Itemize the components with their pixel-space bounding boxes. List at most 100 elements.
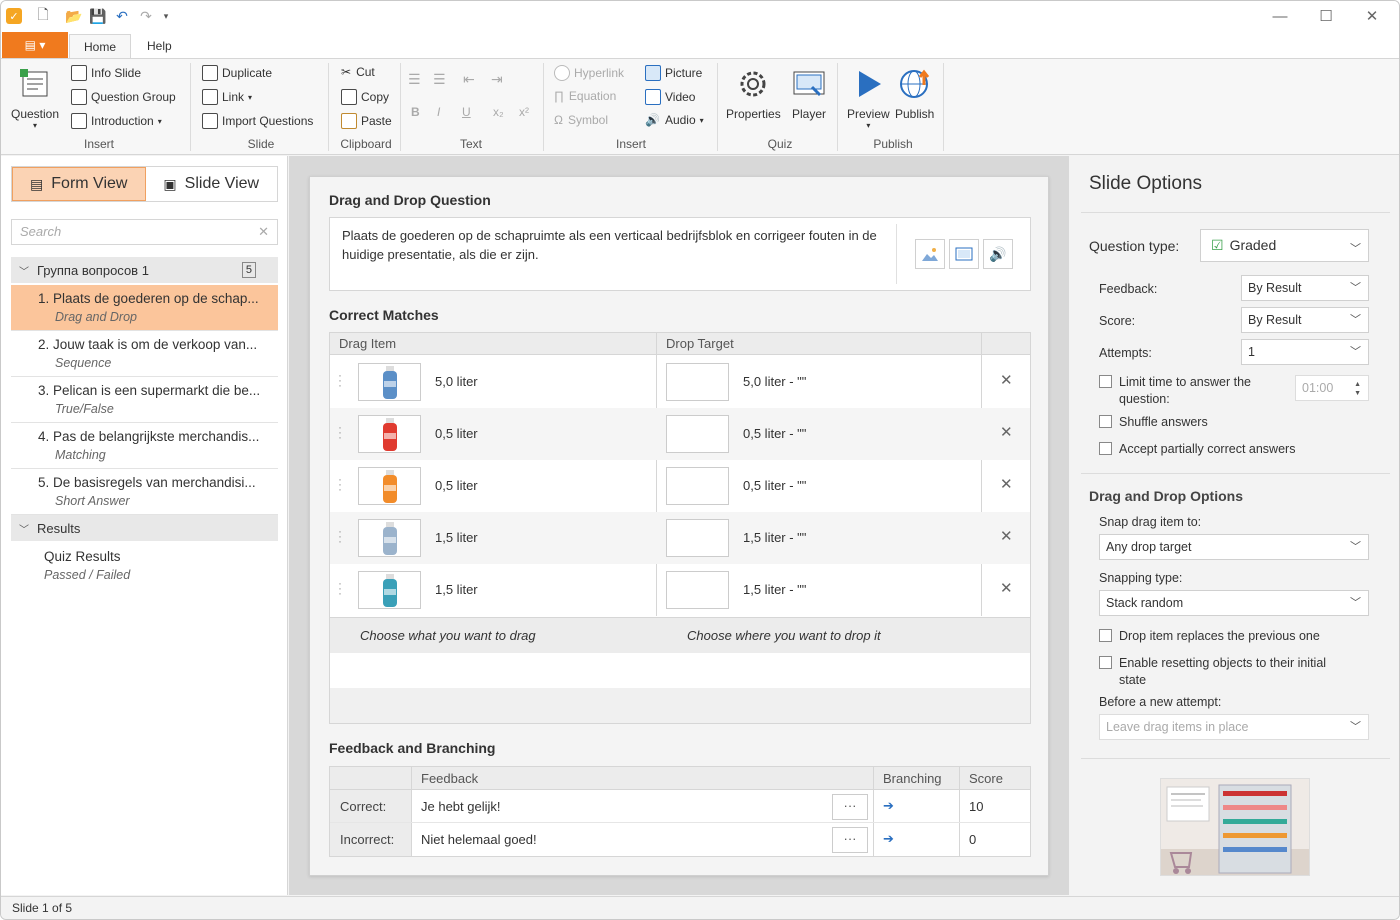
question-list-item[interactable]: 5. De basisregels van merchandisi... Shor… [11,469,278,515]
slide-view-button[interactable]: ▣ Slide View [146,167,278,201]
undo-icon[interactable]: ↶ [113,7,131,25]
preview-button[interactable]: Preview ▾ [847,67,890,130]
paste-button[interactable]: Paste [341,113,392,129]
underline-button[interactable]: U [462,105,471,119]
drag-handle-icon[interactable]: · · · [338,525,342,547]
drop-target-box[interactable] [666,363,729,401]
shuffle-checkbox[interactable] [1099,415,1112,428]
add-video-button[interactable] [949,239,979,269]
form-view-button[interactable]: ▤ Form View [12,167,146,201]
time-limit-input[interactable]: 01:00 ▲ ▼ [1295,375,1369,401]
hyperlink-button[interactable]: Hyperlink [554,65,624,81]
subscript-button[interactable]: x₂ [493,105,504,119]
question-list-item[interactable]: 3. Pelican is een supermarkt die be... Tr… [11,377,278,423]
bullet-list-icon[interactable]: ☰ [408,71,421,88]
drop-target-box[interactable] [666,519,729,557]
close-button[interactable]: ✕ [1349,1,1395,31]
quiz-results-item[interactable]: Quiz Results Passed / Failed [11,543,278,589]
publish-button[interactable]: Publish [895,67,934,121]
drag-item-image[interactable] [358,467,421,505]
question-group-header[interactable]: ﹀ Группа вопросов 1 5 [11,257,278,283]
limit-time-checkbox[interactable] [1099,375,1112,388]
minimize-button[interactable]: — [1257,1,1303,31]
drag-item-image[interactable] [358,363,421,401]
attempts-dropdown[interactable]: 1 ﹀ [1241,339,1369,365]
player-button[interactable]: Player [792,67,826,121]
bold-button[interactable]: B [411,105,420,119]
drag-handle-icon[interactable]: · · · [338,473,342,495]
new-file-icon[interactable]: 🗋 [34,6,52,25]
branching-arrow-icon[interactable]: ➔ [883,798,894,814]
tab-help[interactable]: Help [133,34,186,58]
file-menu-button[interactable]: ▤ ▾ [2,32,68,58]
drag-handle-icon[interactable]: · · · [338,421,342,443]
superscript-button[interactable]: x² [519,105,529,119]
symbol-button[interactable]: Ω Symbol [554,113,608,127]
question-button[interactable]: Question ▾ [11,67,59,130]
duplicate-button[interactable]: Duplicate [202,65,272,81]
drag-handle-icon[interactable]: · · · [338,369,342,391]
score-dropdown[interactable]: By Result ﹀ [1241,307,1369,333]
cut-button[interactable]: ✂ Cut [341,65,375,79]
link-button[interactable]: Link ▾ [202,89,252,105]
add-audio-button[interactable]: 🔊 [983,239,1013,269]
delete-row-icon[interactable]: ✕ [1000,579,1013,597]
feedback-dropdown[interactable]: By Result ﹀ [1241,275,1369,301]
results-header[interactable]: ﹀ Results [11,515,278,541]
question-list-item[interactable]: 4. Pas de belangrijkste merchandis... Mat… [11,423,278,469]
drag-item-image[interactable] [358,519,421,557]
delete-row-icon[interactable]: ✕ [1000,423,1013,441]
drag-item-image[interactable] [358,571,421,609]
question-type-dropdown[interactable]: ☑ Graded ﹀ [1200,229,1369,262]
increase-indent-icon[interactable]: ⇥ [491,71,503,88]
score-value[interactable]: 10 [969,799,983,814]
picture-button[interactable]: Picture [645,65,702,81]
import-questions-button[interactable]: Import Questions [202,113,313,129]
equation-button[interactable]: ∏ Equation [554,89,616,103]
delete-row-icon[interactable]: ✕ [1000,527,1013,545]
italic-button[interactable]: I [437,105,440,119]
snapping-type-dropdown[interactable]: Stack random ﹀ [1099,590,1369,616]
drop-target-box[interactable] [666,415,729,453]
save-icon[interactable]: 💾 [89,7,107,25]
search-input[interactable]: Search ✕ [11,219,278,245]
open-folder-icon[interactable]: 📂 [65,7,83,25]
more-options-button[interactable]: ··· [832,794,868,820]
reset-checkbox[interactable] [1099,656,1112,669]
choose-drop-link[interactable]: Choose where you want to drop it [687,628,881,643]
drop-target-box[interactable] [666,571,729,609]
drag-handle-icon[interactable]: · · · [338,577,342,599]
maximize-button[interactable]: ☐ [1303,1,1349,31]
question-list-item[interactable]: 1. Plaats de goederen op de schap... Drag… [11,285,278,331]
drop-target-box[interactable] [666,467,729,505]
copy-button[interactable]: Copy [341,89,389,105]
numbered-list-icon[interactable]: ☰ [433,71,446,88]
partial-checkbox[interactable] [1099,442,1112,455]
tab-home[interactable]: Home [69,34,132,58]
more-options-button[interactable]: ··· [832,827,868,853]
delete-row-icon[interactable]: ✕ [1000,475,1013,493]
quick-access-dropdown-icon[interactable]: ▾ [157,7,175,25]
snap-dropdown[interactable]: Any drop target ﹀ [1099,534,1369,560]
video-button[interactable]: Video [645,89,695,105]
delete-row-icon[interactable]: ✕ [1000,371,1013,389]
audio-button[interactable]: 🔊 Audio ▾ [645,113,704,127]
branching-arrow-icon[interactable]: ➔ [883,831,894,847]
choose-drag-link[interactable]: Choose what you want to drag [360,628,536,643]
question-text-field[interactable]: Plaats de goederen op de schapruimte als… [329,217,1031,291]
decrease-indent-icon[interactable]: ⇤ [463,71,475,88]
add-picture-button[interactable] [915,239,945,269]
replaces-checkbox[interactable] [1099,629,1112,642]
info-slide-button[interactable]: Info Slide [71,65,141,81]
slide-thumbnail[interactable] [1160,778,1310,876]
clear-search-icon[interactable]: ✕ [258,220,269,244]
before-attempt-dropdown[interactable]: Leave drag items in place ﹀ [1099,714,1369,740]
score-value[interactable]: 0 [969,832,976,847]
question-list-item[interactable]: 2. Jouw taak is om de verkoop van... Sequ… [11,331,278,377]
feedback-text-field[interactable]: Niet helemaal goed! [421,832,537,847]
drag-item-image[interactable] [358,415,421,453]
feedback-text-field[interactable]: Je hebt gelijk! [421,799,501,814]
properties-button[interactable]: Properties [726,67,781,121]
redo-icon[interactable]: ↷ [137,7,155,25]
question-group-button[interactable]: Question Group [71,89,176,105]
